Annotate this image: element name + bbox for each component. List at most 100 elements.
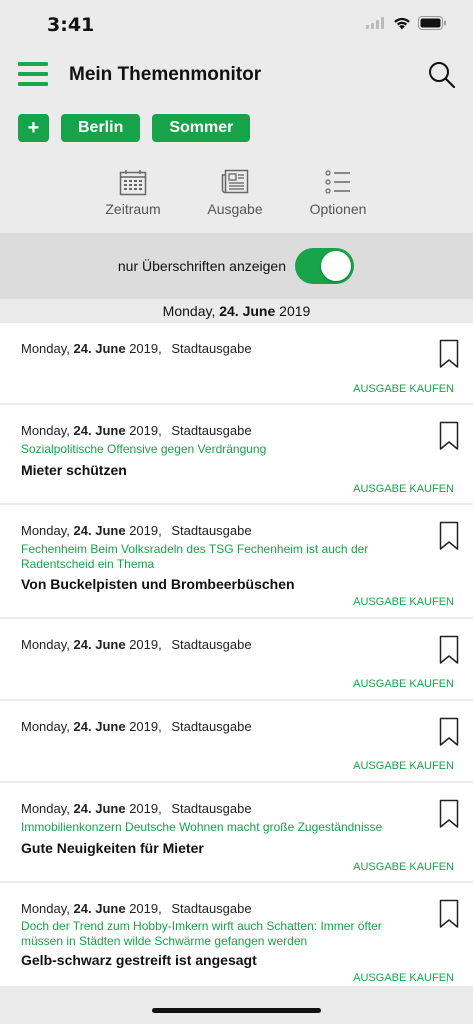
wifi-icon (394, 17, 410, 30)
topic-tags: + Berlin Sommer (18, 114, 251, 142)
list-icon (325, 170, 350, 194)
article-year: 2019, (129, 523, 162, 538)
article-headline[interactable]: Gelb-schwarz gestreift ist angesagt (21, 952, 257, 968)
app-header: Mein Themenmonitor (0, 50, 473, 100)
article-weekday: Monday, (21, 801, 70, 816)
home-indicator[interactable] (152, 1008, 321, 1013)
bookmark-icon[interactable] (439, 521, 459, 551)
menu-button[interactable] (18, 62, 48, 86)
article-year: 2019, (129, 719, 162, 734)
section-date-day-month: 24. June (219, 303, 276, 319)
section-date-weekday: Monday, (162, 303, 216, 319)
hamburger-icon-bar (18, 82, 48, 86)
bookmark-icon[interactable] (439, 421, 459, 451)
article-day-month: 24. June (73, 719, 126, 734)
buy-edition-link[interactable]: AUSGABE KAUFEN (353, 596, 454, 608)
article-card[interactable]: Monday, 24. June 2019, Stadtausgabe AUSG… (0, 701, 473, 783)
newspaper-icon (221, 169, 249, 194)
article-weekday: Monday, (21, 523, 70, 538)
article-day-month: 24. June (73, 423, 126, 438)
article-kicker: Immobilienkonzern Deutsche Wohnen macht … (21, 820, 383, 834)
bookmark-icon[interactable] (439, 635, 459, 665)
filter-toolbar: Zeitraum Ausgabe Optionen (0, 168, 473, 232)
article-weekday: Monday, (21, 637, 70, 652)
article-list: Monday, 24. June 2019, Stadtausgabe AUSG… (0, 323, 473, 988)
article-weekday: Monday, (21, 423, 70, 438)
zeitraum-label: Zeitraum (105, 201, 161, 217)
status-time: 3:41 (47, 14, 95, 36)
article-card[interactable]: Monday, 24. June 2019, Stadtausgabe Doch… (0, 883, 473, 988)
section-date-year: 2019 (279, 303, 311, 319)
article-headline[interactable]: Gute Neuigkeiten für Mieter (21, 840, 204, 856)
search-icon[interactable] (427, 60, 457, 90)
article-meta: Monday, 24. June 2019, Stadtausgabe (21, 523, 252, 538)
topic-tag-berlin[interactable]: Berlin (61, 114, 141, 142)
buy-edition-link[interactable]: AUSGABE KAUFEN (353, 678, 454, 690)
article-meta: Monday, 24. June 2019, Stadtausgabe (21, 801, 252, 816)
article-day-month: 24. June (73, 637, 126, 652)
bottom-bar (0, 986, 473, 1024)
zeitraum-button[interactable]: Zeitraum (83, 168, 183, 217)
article-card[interactable]: Monday, 24. June 2019, Stadtausgabe AUSG… (0, 619, 473, 701)
buy-edition-link[interactable]: AUSGABE KAUFEN (353, 383, 454, 395)
article-day-month: 24. June (73, 801, 126, 816)
section-date-header: Monday, 24. June 2019 (0, 299, 473, 323)
bookmark-icon[interactable] (439, 899, 459, 929)
optionen-button[interactable]: Optionen (288, 168, 388, 217)
hamburger-icon-bar (18, 72, 48, 76)
article-meta: Monday, 24. June 2019, Stadtausgabe (21, 423, 252, 438)
article-headline[interactable]: Von Buckelpisten und Brombeerbüschen (21, 576, 295, 592)
buy-edition-link[interactable]: AUSGABE KAUFEN (353, 861, 454, 873)
bookmark-icon[interactable] (439, 799, 459, 829)
buy-edition-link[interactable]: AUSGABE KAUFEN (353, 760, 454, 772)
article-year: 2019, (129, 423, 162, 438)
topic-tag-sommer[interactable]: Sommer (152, 114, 251, 142)
article-edition: Stadtausgabe (171, 341, 252, 356)
article-meta: Monday, 24. June 2019, Stadtausgabe (21, 637, 252, 652)
article-year: 2019, (129, 901, 162, 916)
article-edition: Stadtausgabe (171, 523, 252, 538)
optionen-label: Optionen (309, 201, 367, 217)
battery-icon (418, 16, 446, 30)
ausgabe-label: Ausgabe (207, 201, 263, 217)
headlines-only-toggle[interactable] (295, 248, 354, 284)
ausgabe-button[interactable]: Ausgabe (185, 168, 285, 217)
article-card[interactable]: Monday, 24. June 2019, Stadtausgabe AUSG… (0, 323, 473, 405)
article-headline[interactable]: Mieter schützen (21, 462, 127, 478)
bookmark-icon[interactable] (439, 717, 459, 747)
hamburger-icon-bar (18, 62, 48, 66)
article-day-month: 24. June (73, 523, 126, 538)
article-meta: Monday, 24. June 2019, Stadtausgabe (21, 341, 252, 356)
page-title: Mein Themenmonitor (69, 64, 262, 85)
buy-edition-link[interactable]: AUSGABE KAUFEN (353, 972, 454, 984)
headlines-only-label: nur Überschriften anzeigen (117, 258, 286, 274)
article-kicker: Sozialpolitische Offensive gegen Verdrän… (21, 442, 267, 456)
article-year: 2019, (129, 801, 162, 816)
article-weekday: Monday, (21, 901, 70, 916)
status-icons (366, 16, 447, 30)
buy-edition-link[interactable]: AUSGABE KAUFEN (353, 483, 454, 495)
article-card[interactable]: Monday, 24. June 2019, Stadtausgabe Fech… (0, 505, 473, 619)
add-topic-button[interactable]: + (18, 114, 49, 142)
status-bar: 3:41 (0, 0, 473, 50)
article-day-month: 24. June (73, 901, 126, 916)
article-edition: Stadtausgabe (171, 719, 252, 734)
article-day-month: 24. June (73, 341, 126, 356)
article-edition: Stadtausgabe (171, 801, 252, 816)
article-card[interactable]: Monday, 24. June 2019, Stadtausgabe Sozi… (0, 405, 473, 505)
article-meta: Monday, 24. June 2019, Stadtausgabe (21, 719, 252, 734)
article-weekday: Monday, (21, 719, 70, 734)
headlines-only-row: nur Überschriften anzeigen (0, 233, 473, 299)
article-year: 2019, (129, 341, 162, 356)
article-edition: Stadtausgabe (171, 901, 252, 916)
bookmark-icon[interactable] (439, 339, 459, 369)
calendar-icon (119, 169, 147, 195)
article-edition: Stadtausgabe (171, 423, 252, 438)
article-weekday: Monday, (21, 341, 70, 356)
article-card[interactable]: Monday, 24. June 2019, Stadtausgabe Immo… (0, 783, 473, 883)
article-kicker: Fechenheim Beim Volksradeln des TSG Fech… (21, 542, 369, 571)
article-kicker: Doch der Trend zum Hobby-Imkern wirft au… (21, 919, 382, 948)
toggle-knob (321, 251, 351, 281)
article-year: 2019, (129, 637, 162, 652)
signal-icon (366, 17, 384, 29)
